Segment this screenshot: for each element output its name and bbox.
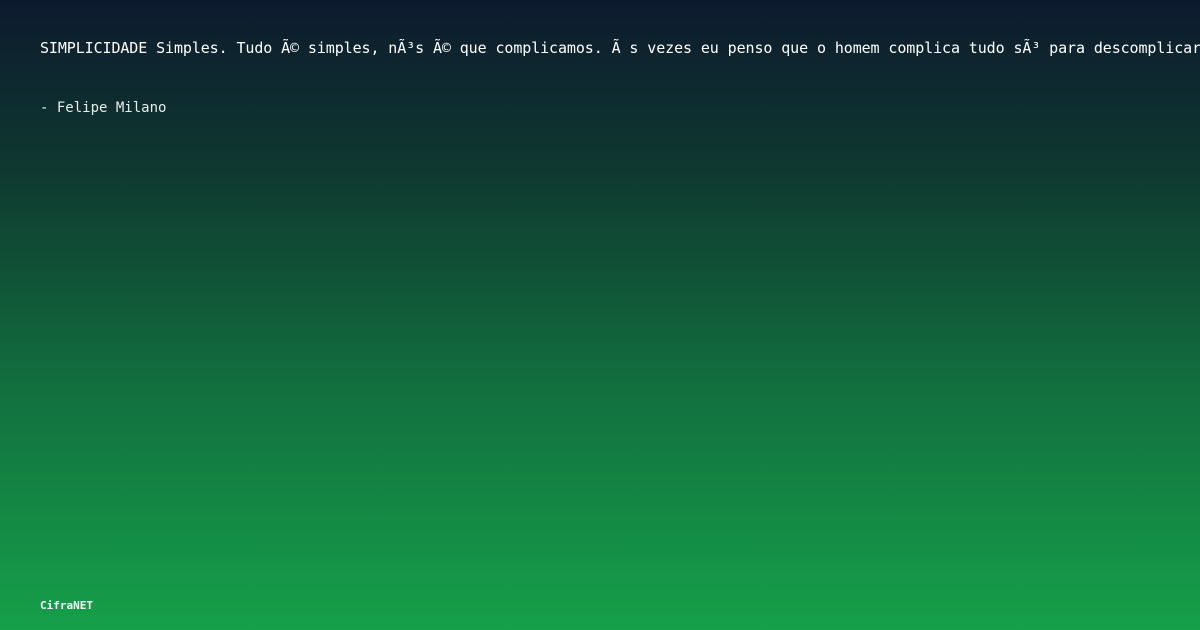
quote-author: - Felipe Milano bbox=[40, 100, 167, 116]
quote-text: SIMPLICIDADE Simples. Tudo Ã© simples, n… bbox=[40, 39, 1200, 57]
quote-card: SIMPLICIDADE Simples. Tudo Ã© simples, n… bbox=[0, 0, 1200, 630]
brand-logo-text: CifraNET bbox=[40, 599, 93, 612]
